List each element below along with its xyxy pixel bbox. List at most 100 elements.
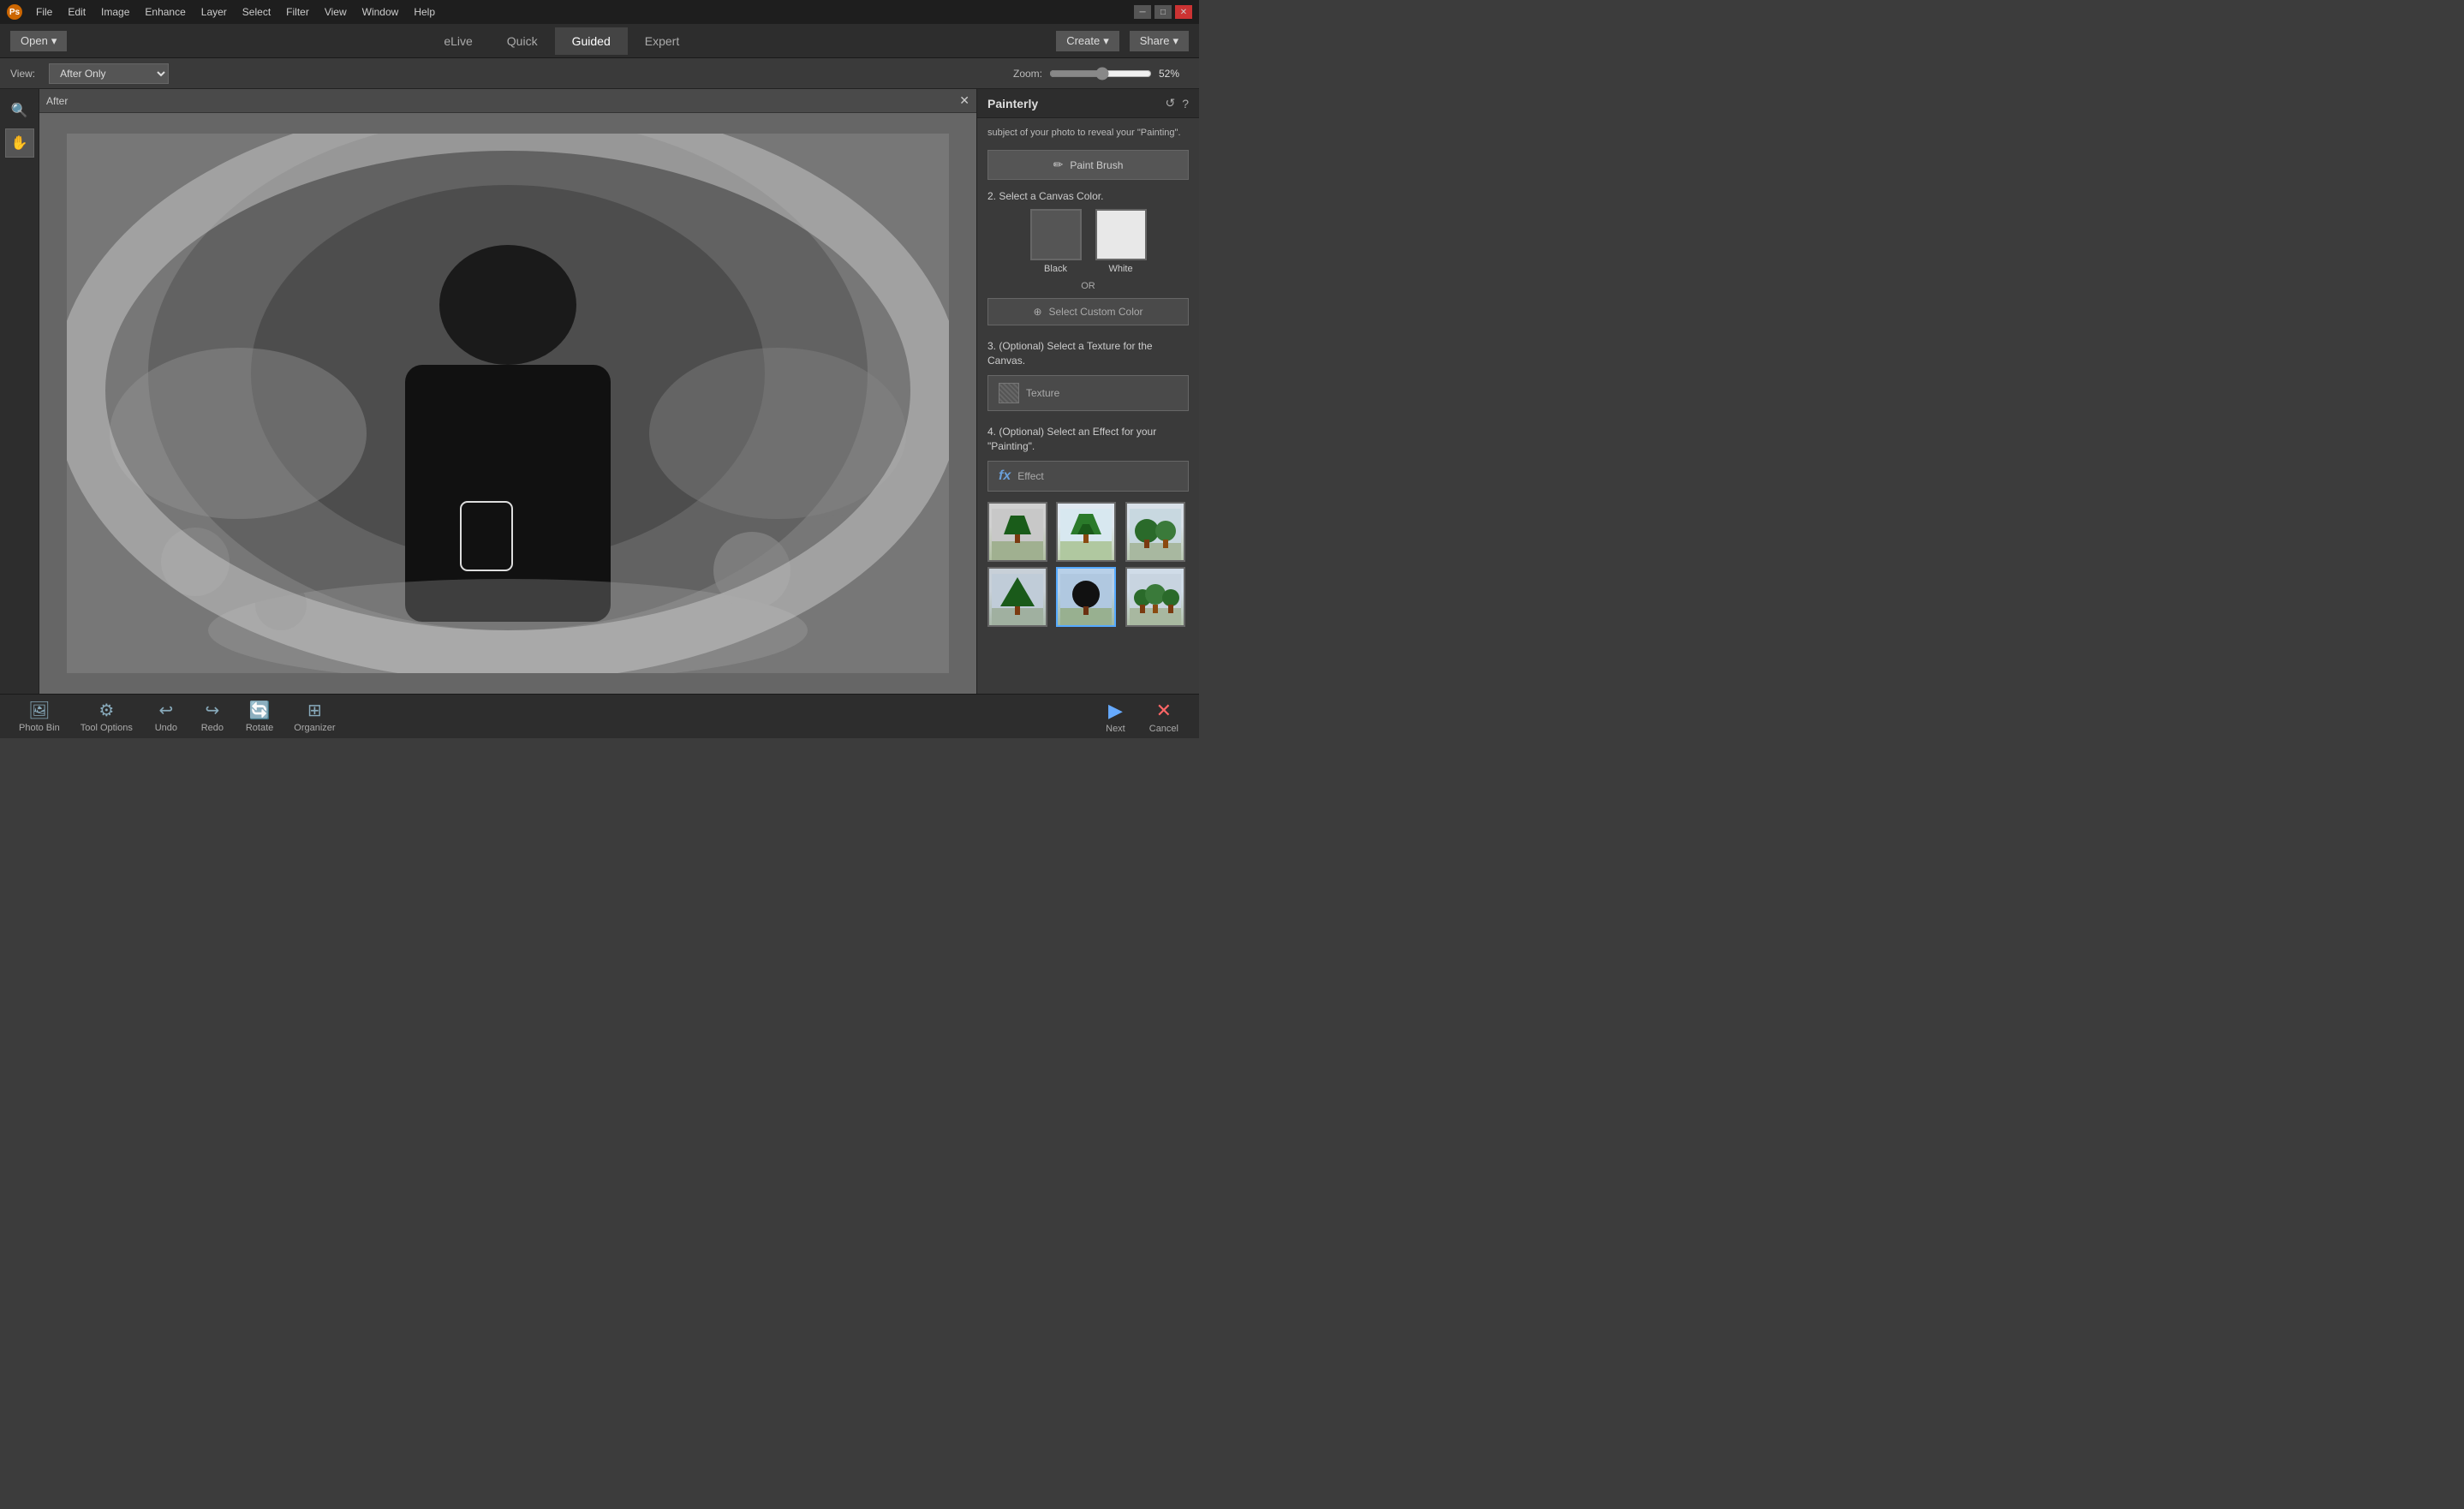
search-tool-button[interactable]: 🔍 xyxy=(5,96,34,125)
black-swatch xyxy=(1030,209,1082,260)
undo-button[interactable]: ↩ Undo xyxy=(145,696,188,737)
texture-label: Texture xyxy=(1026,387,1059,399)
custom-color-button[interactable]: ⊕ Select Custom Color xyxy=(987,298,1189,325)
photo-svg xyxy=(67,134,949,673)
white-color-option[interactable]: White xyxy=(1095,209,1147,274)
menu-view[interactable]: View xyxy=(318,4,354,20)
help-button[interactable]: ? xyxy=(1182,96,1189,110)
tool-options-icon: ⚙ xyxy=(98,700,114,721)
menu-help[interactable]: Help xyxy=(407,4,442,20)
black-color-option[interactable]: Black xyxy=(1030,209,1082,274)
create-button[interactable]: Create ▾ xyxy=(1056,31,1119,51)
effect-section-label: 4. (Optional) Select an Effect for your … xyxy=(987,425,1189,454)
fx-icon: fx xyxy=(999,468,1011,484)
minimize-button[interactable]: ─ xyxy=(1134,5,1151,19)
app-icon: Ps xyxy=(7,4,22,20)
header-right: Create ▾ Share ▾ xyxy=(1056,31,1189,51)
effect-section: 4. (Optional) Select an Effect for your … xyxy=(987,425,1189,627)
white-swatch xyxy=(1095,209,1147,260)
canvas-area: After ✕ xyxy=(39,89,976,694)
cancel-icon: ✕ xyxy=(1156,700,1172,722)
titlebar-left: Ps File Edit Image Enhance Layer Select … xyxy=(7,4,442,20)
photo-bin-label: Photo Bin xyxy=(19,723,60,733)
tab-elive[interactable]: eLive xyxy=(427,27,489,55)
tab-guided[interactable]: Guided xyxy=(555,27,628,55)
redo-icon: ↪ xyxy=(205,700,219,721)
organizer-icon: ⊞ xyxy=(307,700,322,721)
menu-file[interactable]: File xyxy=(29,4,59,20)
open-label: Open xyxy=(21,34,48,47)
close-button[interactable]: ✕ xyxy=(1175,5,1192,19)
canvas-header: After ✕ xyxy=(39,89,976,113)
redo-label: Redo xyxy=(201,723,224,733)
effect-thumb-6[interactable] xyxy=(1125,567,1185,627)
menu-image[interactable]: Image xyxy=(94,4,136,20)
texture-button[interactable]: Texture xyxy=(987,375,1189,411)
next-button[interactable]: ▶ Next xyxy=(1095,696,1136,737)
view-label: View: xyxy=(10,68,35,80)
viewbar: View: After Only Before Only Before & Af… xyxy=(0,58,1199,89)
menu-layer[interactable]: Layer xyxy=(194,4,234,20)
next-icon: ▶ xyxy=(1108,700,1123,722)
view-select[interactable]: After Only Before Only Before & After (H… xyxy=(49,63,169,84)
custom-color-label: Select Custom Color xyxy=(1049,306,1143,318)
create-label: Create xyxy=(1066,34,1100,47)
maximize-button[interactable]: □ xyxy=(1154,5,1172,19)
zoom-slider[interactable] xyxy=(1049,67,1152,81)
effect-thumb-2[interactable] xyxy=(1056,502,1116,562)
rotate-icon: 🔄 xyxy=(249,700,271,721)
organizer-button[interactable]: ⊞ Organizer xyxy=(285,696,343,737)
canvas-title: After xyxy=(46,95,68,107)
photo-bin-icon: 🖼 xyxy=(28,700,50,721)
eyedropper-icon: ⊕ xyxy=(1033,306,1041,318)
effect-thumb-5[interactable] xyxy=(1056,567,1116,627)
tool-options-button[interactable]: ⚙ Tool Options xyxy=(72,696,141,737)
effect-thumb-3[interactable] xyxy=(1125,502,1185,562)
color-options: Black White xyxy=(987,209,1189,274)
zoom-area: Zoom: 52% xyxy=(1013,67,1189,81)
menu-enhance[interactable]: Enhance xyxy=(138,4,192,20)
hand-icon: ✋ xyxy=(11,134,28,152)
panel-intro-text: subject of your photo to reveal your "Pa… xyxy=(987,127,1189,140)
photo-bin-button[interactable]: 🖼 Photo Bin xyxy=(10,696,69,737)
menu-window[interactable]: Window xyxy=(355,4,406,20)
share-dropdown-icon: ▾ xyxy=(1172,34,1178,48)
next-label: Next xyxy=(1106,724,1125,734)
effect-thumb-1[interactable] xyxy=(987,502,1047,562)
close-canvas-button[interactable]: ✕ xyxy=(959,93,969,108)
refresh-button[interactable]: ↺ xyxy=(1165,96,1175,110)
white-label: White xyxy=(1108,264,1132,274)
nav-tabs: eLive Quick Guided Expert xyxy=(427,27,696,55)
hand-tool-button[interactable]: ✋ xyxy=(5,128,34,158)
paint-brush-button[interactable]: ✏ Paint Brush xyxy=(987,150,1189,180)
cancel-button[interactable]: ✕ Cancel xyxy=(1139,696,1189,737)
color-section: 2. Select a Canvas Color. Black White OR… xyxy=(987,190,1189,325)
panel-content: subject of your photo to reveal your "Pa… xyxy=(977,118,1199,694)
menu-filter[interactable]: Filter xyxy=(279,4,316,20)
effect-thumb-4[interactable] xyxy=(987,567,1047,627)
share-button[interactable]: Share ▾ xyxy=(1130,31,1189,51)
tab-expert[interactable]: Expert xyxy=(628,27,696,55)
rotate-button[interactable]: 🔄 Rotate xyxy=(237,696,282,737)
left-sidebar: 🔍 ✋ xyxy=(0,89,39,694)
open-button[interactable]: Open ▾ xyxy=(10,31,67,51)
black-label: Black xyxy=(1044,264,1067,274)
organizer-label: Organizer xyxy=(294,723,335,733)
redo-button[interactable]: ↪ Redo xyxy=(191,696,234,737)
tab-quick[interactable]: Quick xyxy=(490,27,555,55)
or-divider: OR xyxy=(987,281,1189,291)
panel-title: Painterly xyxy=(987,97,1038,110)
effect-label: Effect xyxy=(1017,470,1043,482)
right-panel: Painterly ↺ ? subject of your photo to r… xyxy=(976,89,1199,694)
rotate-label: Rotate xyxy=(246,723,273,733)
undo-icon: ↩ xyxy=(158,700,173,721)
panel-icons: ↺ ? xyxy=(1165,96,1189,110)
main-content: 🔍 ✋ After ✕ xyxy=(0,89,1199,694)
photo-container xyxy=(67,134,949,673)
menu-select[interactable]: Select xyxy=(236,4,277,20)
photo-canvas[interactable] xyxy=(67,134,949,673)
effect-button[interactable]: fx Effect xyxy=(987,461,1189,492)
header-toolbar: Open ▾ eLive Quick Guided Expert Create … xyxy=(0,24,1199,58)
texture-icon xyxy=(999,383,1019,403)
menu-edit[interactable]: Edit xyxy=(61,4,92,20)
